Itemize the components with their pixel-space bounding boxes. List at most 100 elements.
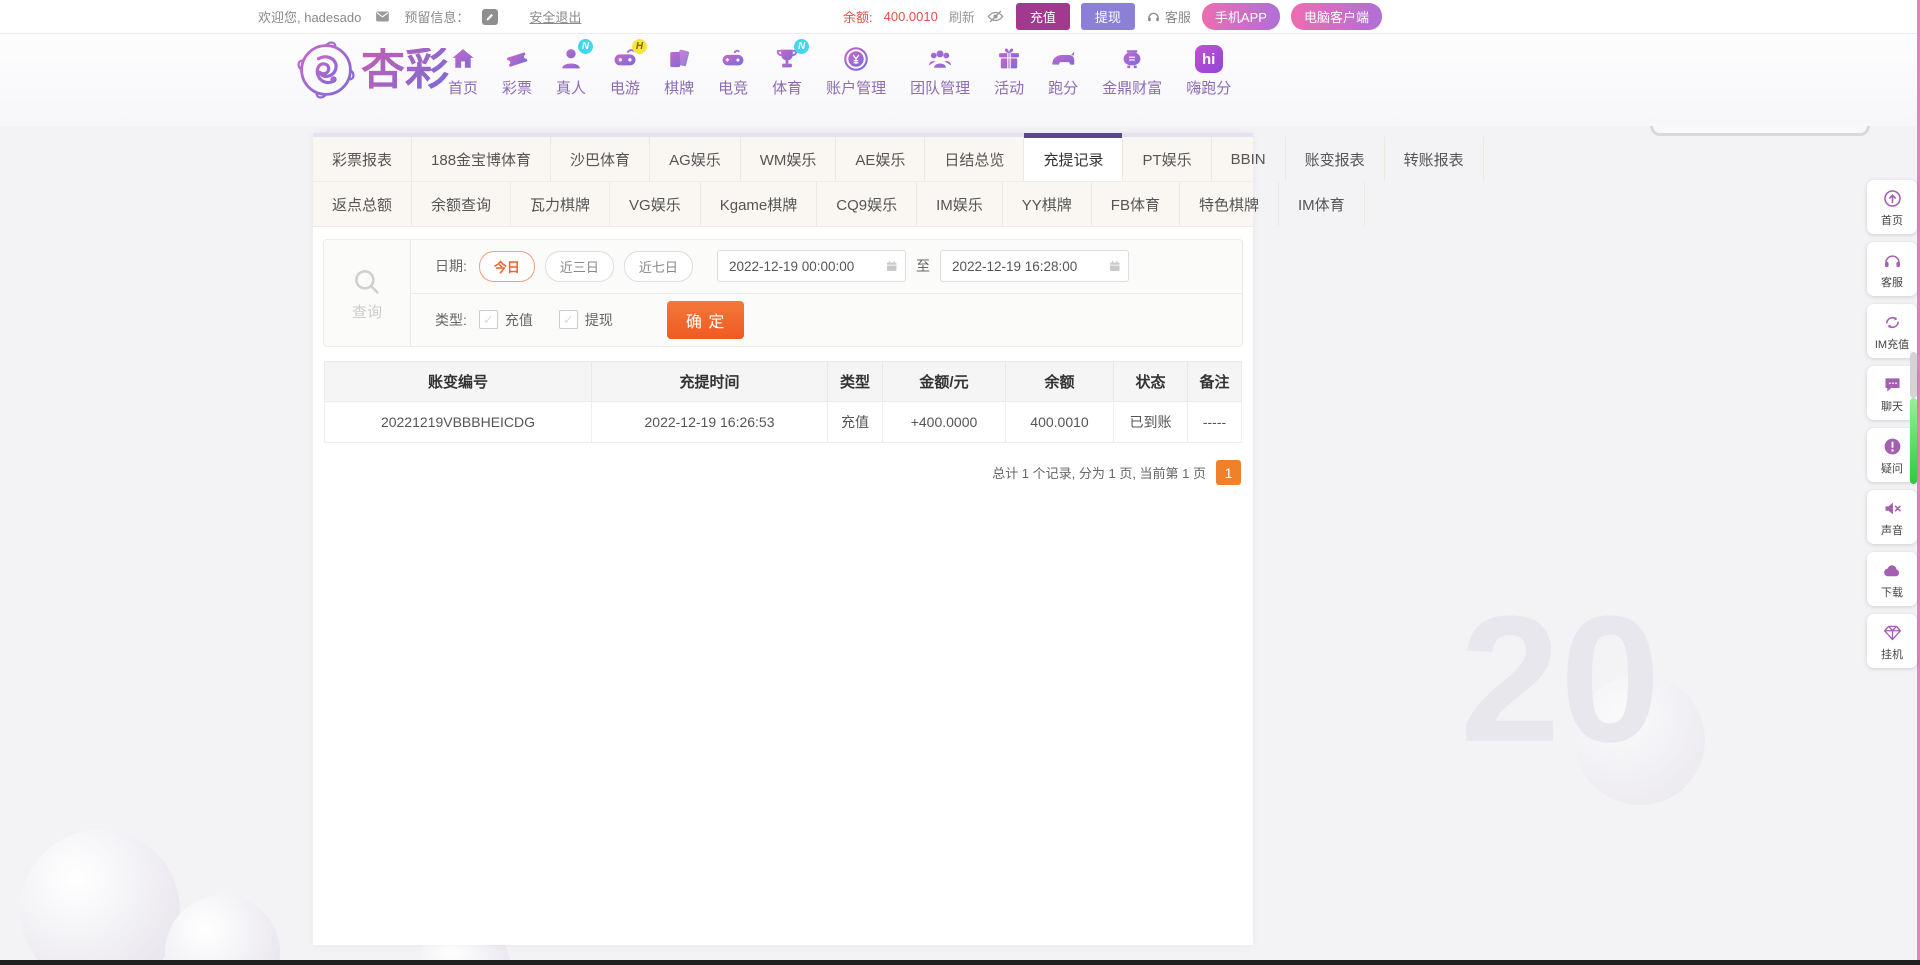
date-to-field[interactable] xyxy=(940,250,1129,282)
service-label: 客服 xyxy=(1165,7,1191,26)
recharge-button[interactable]: 充值 xyxy=(1016,3,1070,30)
nav-item-jinding-wealth[interactable]: 金鼎财富 xyxy=(1090,44,1174,98)
trophy-icon: N xyxy=(772,44,802,74)
tab-item[interactable]: 188金宝博体育 xyxy=(412,137,551,181)
gift-icon xyxy=(994,44,1024,74)
cell-type: 充值 xyxy=(828,402,883,443)
date-to-input[interactable] xyxy=(950,258,1109,275)
edit-pencil-icon[interactable] xyxy=(482,9,498,25)
nav-item-account[interactable]: 账户管理 xyxy=(814,44,898,98)
date-from-field[interactable] xyxy=(717,250,906,282)
withdraw-checkbox[interactable]: ✓ xyxy=(559,310,578,329)
live-person-icon: N xyxy=(556,44,586,74)
mobile-app-button[interactable]: 手机APP xyxy=(1202,3,1280,30)
message-envelope-icon[interactable] xyxy=(374,8,391,25)
tab-item[interactable]: 返点总额 xyxy=(313,182,412,226)
tab-item[interactable]: AG娱乐 xyxy=(650,137,741,181)
im-recharge-icon xyxy=(1882,312,1903,333)
tab-item[interactable]: 余额查询 xyxy=(412,182,511,226)
quick-range-today[interactable]: 今日 xyxy=(479,251,535,282)
nav-item-lottery[interactable]: 彩票 xyxy=(490,44,544,98)
date-from-input[interactable] xyxy=(727,258,886,275)
to-label: 至 xyxy=(916,256,930,276)
nav-item-team[interactable]: 团队管理 xyxy=(898,44,982,98)
tab-item[interactable]: 沙巴体育 xyxy=(551,137,650,181)
toolbar-item-service[interactable]: 客服 xyxy=(1867,242,1917,296)
tab-item[interactable]: 彩票报表 xyxy=(313,137,412,181)
tab-item[interactable]: YY棋牌 xyxy=(1003,182,1092,226)
withdraw-button[interactable]: 提现 xyxy=(1081,3,1135,30)
site-header: 杏彩 首页 彩票 N 真人 xyxy=(0,34,1920,126)
nav-label: 金鼎财富 xyxy=(1102,77,1162,98)
toolbar-label: 声音 xyxy=(1881,522,1903,538)
quick-range-7days[interactable]: 近七日 xyxy=(624,251,693,282)
quick-range-3days[interactable]: 近三日 xyxy=(545,251,614,282)
nav-item-sports[interactable]: N 体育 xyxy=(760,44,814,98)
tab-item-active[interactable]: 充提记录 xyxy=(1024,137,1123,181)
tab-item[interactable]: FB体育 xyxy=(1092,182,1180,226)
nav-item-egames[interactable]: H 电游 xyxy=(598,44,652,98)
tab-item[interactable]: CQ9娱乐 xyxy=(817,182,917,226)
tab-item[interactable]: IM体育 xyxy=(1279,182,1365,226)
toolbar-item-sound[interactable]: 声音 xyxy=(1867,490,1917,544)
toolbar-label: 首页 xyxy=(1881,212,1903,228)
recharge-checkbox-label[interactable]: 充值 xyxy=(505,310,533,330)
balance-label: 余额: xyxy=(843,7,873,26)
tab-item[interactable]: IM娱乐 xyxy=(917,182,1003,226)
page: 20 欢迎您, hadesado 预留信息： 安全退出 余额: 400.0010… xyxy=(0,0,1920,965)
nav-item-hi-paofen[interactable]: hi 嗨跑分 xyxy=(1174,44,1243,98)
customer-service-link[interactable]: 客服 xyxy=(1146,7,1191,26)
refresh-link[interactable]: 刷新 xyxy=(949,7,975,26)
download-icon xyxy=(1882,560,1903,581)
calendar-icon[interactable] xyxy=(1108,259,1121,274)
team-icon xyxy=(925,44,955,74)
scrollbar-thumb[interactable] xyxy=(1910,398,1917,484)
nav-label: 账户管理 xyxy=(826,77,886,98)
toolbar-label: 疑问 xyxy=(1881,460,1903,476)
nav-label: 电游 xyxy=(610,77,640,98)
tab-item[interactable]: AE娱乐 xyxy=(836,137,925,181)
bg-ball-decoration xyxy=(20,830,180,965)
toolbar-item-im-recharge[interactable]: IM充值 xyxy=(1867,304,1917,358)
tab-item[interactable]: WM娱乐 xyxy=(741,137,837,181)
nav-item-home[interactable]: 首页 xyxy=(436,44,490,98)
toolbar-item-download[interactable]: 下载 xyxy=(1867,552,1917,606)
withdraw-checkbox-label[interactable]: 提现 xyxy=(585,310,613,330)
logout-link[interactable]: 安全退出 xyxy=(529,7,581,26)
pagination-summary: 总计 1 个记录, 分为 1 页, 当前第 1 页 xyxy=(992,463,1206,482)
pc-client-button[interactable]: 电脑客户端 xyxy=(1291,3,1382,30)
nav-label: 体育 xyxy=(772,77,802,98)
scrollbar-track[interactable] xyxy=(1910,352,1917,398)
tab-item[interactable]: 账变报表 xyxy=(1286,137,1385,181)
toolbar-item-idle[interactable]: 挂机 xyxy=(1867,614,1917,668)
col-header: 状态 xyxy=(1114,362,1188,402)
tab-item[interactable]: 日结总览 xyxy=(925,137,1024,181)
toolbar-item-home[interactable]: 首页 xyxy=(1867,180,1917,234)
nav-label: 跑分 xyxy=(1048,77,1078,98)
tab-item[interactable]: 转账报表 xyxy=(1385,137,1484,181)
nav-item-boardgames[interactable]: 棋牌 xyxy=(652,44,706,98)
tab-item[interactable]: 瓦力棋牌 xyxy=(511,182,610,226)
recharge-checkbox[interactable]: ✓ xyxy=(479,310,498,329)
query-panel: 查询 日期: 今日 近三日 近七日 至 xyxy=(323,239,1243,347)
confirm-button[interactable]: 确 定 xyxy=(667,301,744,339)
calendar-icon[interactable] xyxy=(885,259,898,274)
nav-item-promotions[interactable]: 活动 xyxy=(982,44,1036,98)
tab-item[interactable]: VG娱乐 xyxy=(610,182,701,226)
idle-icon xyxy=(1882,622,1903,643)
tab-item[interactable]: PT娱乐 xyxy=(1123,137,1211,181)
nav-label: 真人 xyxy=(556,77,586,98)
nav-item-paofen[interactable]: 跑分 xyxy=(1036,44,1090,98)
tab-item[interactable]: BBIN xyxy=(1212,137,1286,181)
nav-item-live[interactable]: N 真人 xyxy=(544,44,598,98)
bg-ball-decoration xyxy=(165,895,280,965)
home-icon xyxy=(448,44,478,74)
page-1-button[interactable]: 1 xyxy=(1216,460,1241,485)
site-logo[interactable]: 杏彩 xyxy=(296,40,449,100)
tab-item[interactable]: 特色棋牌 xyxy=(1180,182,1279,226)
tab-item[interactable]: Kgame棋牌 xyxy=(701,182,818,226)
query-label: 查询 xyxy=(352,301,382,322)
nav-label: 彩票 xyxy=(502,77,532,98)
eye-off-icon[interactable] xyxy=(986,7,1005,26)
nav-item-esports[interactable]: 电竞 xyxy=(706,44,760,98)
